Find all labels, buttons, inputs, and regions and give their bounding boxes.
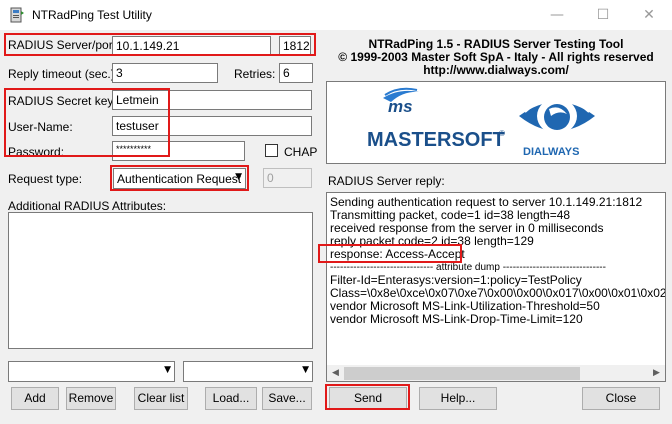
username-label: User-Name: (8, 120, 73, 134)
attributes-label: Additional RADIUS Attributes: (8, 199, 167, 213)
username-input[interactable]: testuser (112, 116, 312, 136)
request-type-select[interactable]: Authentication Request ▼ (113, 168, 246, 189)
timeout-label: Reply timeout (sec.): (8, 67, 119, 81)
close-button[interactable]: Close (582, 387, 660, 410)
mastersoft-text: MASTERSOFT (367, 129, 505, 151)
close-window-button[interactable]: ✕ (626, 0, 672, 30)
timeout-input[interactable]: 3 (112, 63, 218, 83)
window-title: NTRadPing Test Utility (32, 8, 152, 22)
clear-list-button[interactable]: Clear list (134, 387, 188, 410)
secret-input[interactable]: Letmein (112, 90, 312, 110)
chap-label: CHAP (284, 145, 318, 159)
request-type-value: Authentication Request (117, 172, 242, 186)
title-bar: NTRadPing Test Utility — ☐ ✕ (0, 0, 672, 30)
chap-checkbox[interactable] (265, 144, 278, 157)
reply-label: RADIUS Server reply: (328, 174, 445, 188)
save-button[interactable]: Save... (262, 387, 312, 410)
load-button[interactable]: Load... (205, 387, 257, 410)
logos-graphic: ms MASTERSOFT ® DIALWAYS (367, 87, 595, 158)
reply-horizontal-scrollbar[interactable]: ◀ ▶ (326, 365, 666, 382)
request-type-label: Request type: (8, 172, 83, 186)
app-icon (10, 7, 24, 23)
website-link[interactable]: http://www.dialways.com/ (423, 63, 569, 77)
ms-small-text: ms (388, 97, 413, 116)
help-button[interactable]: Help... (419, 387, 497, 410)
chevron-down-icon: ▼ (235, 172, 242, 182)
minimize-button[interactable]: — (534, 0, 580, 30)
secret-label: RADIUS Secret key: (8, 94, 117, 108)
password-label: Password: (8, 145, 65, 159)
add-button[interactable]: Add (11, 387, 59, 410)
retries-label: Retries: (234, 67, 276, 81)
password-input[interactable]: ********** (112, 141, 245, 161)
scroll-left-icon[interactable]: ◀ (327, 366, 344, 381)
dialways-logo: DIALWAYS (519, 97, 595, 158)
app-heading: NTRadPing 1.5 - RADIUS Server Testing To… (368, 37, 624, 51)
copyright-text: © 1999-2003 Master Soft SpA - Italy - Al… (338, 50, 654, 64)
reply-response-line: response: Access-Accept (330, 247, 465, 261)
maximize-button[interactable]: ☐ (580, 0, 626, 30)
chevron-down-icon: ▼ (164, 365, 171, 375)
attributes-list[interactable] (8, 212, 313, 349)
scroll-right-icon[interactable]: ▶ (648, 366, 665, 381)
website-line: http://www.dialways.com/ (326, 63, 666, 77)
registered-mark: ® (499, 129, 505, 138)
server-input[interactable]: 10.1.149.21 (112, 36, 271, 56)
port-input[interactable]: 1812 (279, 36, 311, 56)
mastersoft-logo: ms MASTERSOFT ® (367, 87, 505, 151)
remove-button[interactable]: Remove (66, 387, 116, 410)
retries-input[interactable]: 6 (279, 63, 313, 83)
server-label: RADIUS Server/port: (8, 38, 120, 52)
chevron-down-icon: ▼ (302, 365, 309, 375)
request-id-input: 0 (263, 168, 312, 188)
scroll-thumb[interactable] (344, 367, 580, 380)
reply-line: vendor Microsoft MS-Link-Drop-Time-Limit… (330, 312, 583, 326)
attribute-value-select[interactable]: ▼ (183, 361, 313, 382)
attribute-name-select[interactable]: ▼ (8, 361, 175, 382)
logo-panel: ms MASTERSOFT ® DIALWAYS (326, 81, 666, 164)
dialways-text: DIALWAYS (523, 146, 579, 158)
send-button[interactable]: Send (329, 387, 407, 410)
reply-output[interactable]: Sending authentication request to server… (326, 192, 666, 382)
